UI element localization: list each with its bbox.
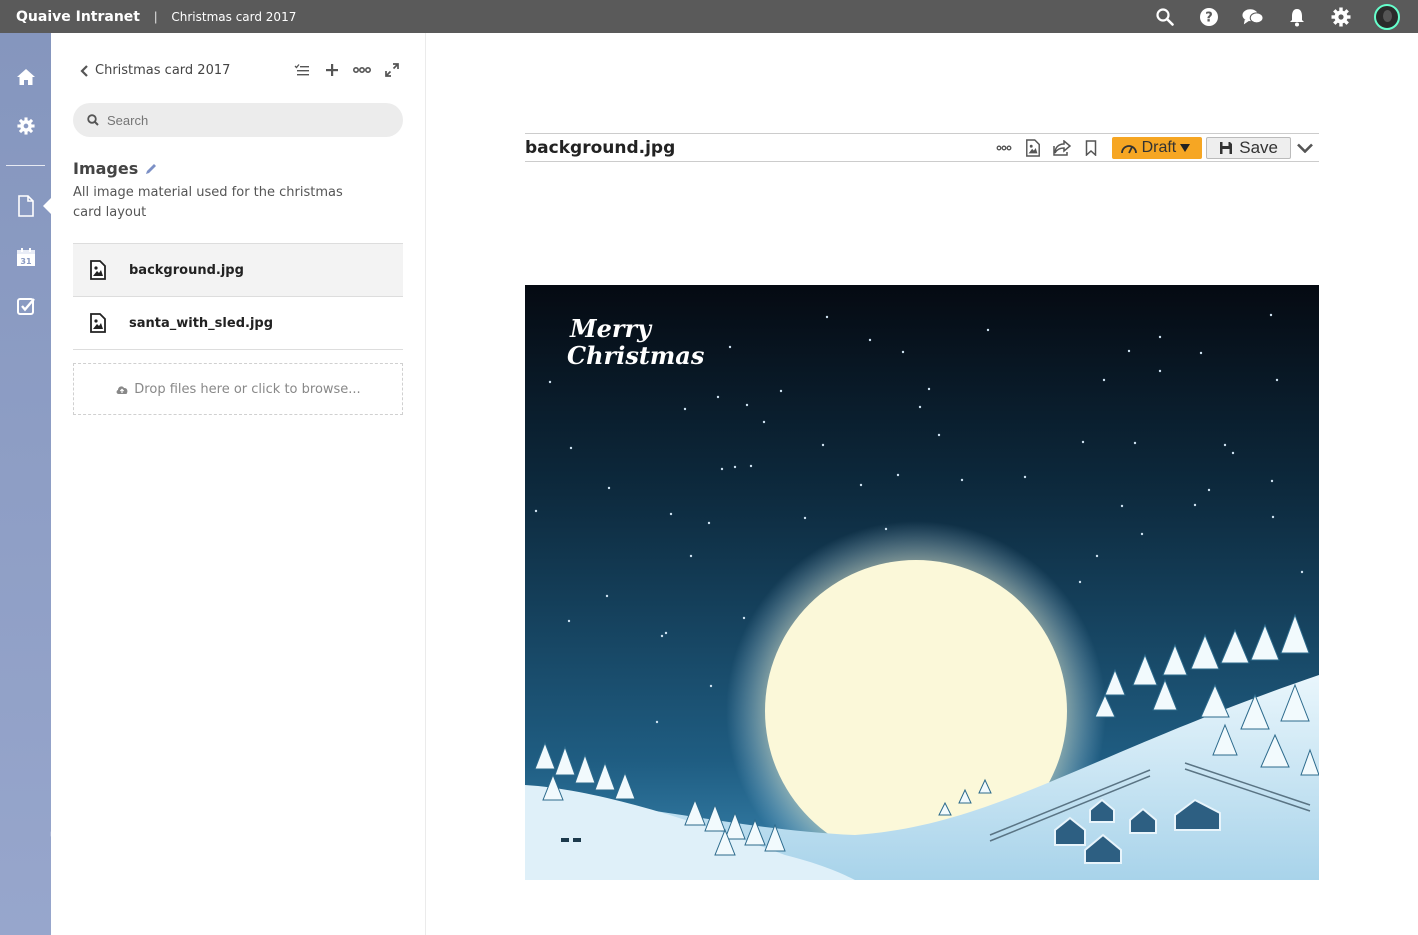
- document-title: background.jpg: [525, 137, 676, 158]
- back-link[interactable]: Christmas card 2017: [79, 63, 230, 78]
- document-icon[interactable]: [14, 194, 38, 218]
- user-avatar[interactable]: [1374, 3, 1400, 30]
- image-file-icon[interactable]: [1019, 134, 1048, 161]
- folder-sidebar: Christmas card 2017 Images All image mat…: [51, 33, 426, 935]
- app-name[interactable]: Quaive Intranet: [16, 9, 140, 25]
- expand-icon[interactable]: [383, 61, 401, 79]
- image-file-icon: [90, 260, 106, 280]
- search-icon[interactable]: [1154, 6, 1176, 28]
- file-name: santa_with_sled.jpg: [129, 315, 274, 331]
- top-bar: Quaive Intranet | Christmas card 2017 ?: [0, 0, 1418, 33]
- chevron-down-icon[interactable]: [1291, 134, 1319, 161]
- caret-down-icon: [1180, 143, 1191, 152]
- gear-icon[interactable]: [1330, 6, 1352, 28]
- status-dropdown[interactable]: Draft: [1111, 136, 1203, 159]
- chevron-left-icon: [80, 64, 88, 77]
- rail-divider: [6, 165, 45, 166]
- bell-icon[interactable]: [1286, 6, 1308, 28]
- top-tools: ?: [1154, 0, 1400, 33]
- more-options-icon[interactable]: [990, 134, 1019, 161]
- file-name: background.jpg: [129, 262, 244, 278]
- dropzone-label: Drop files here or click to browse...: [134, 381, 361, 397]
- share-icon[interactable]: [1048, 134, 1077, 161]
- status-label: Draft: [1141, 138, 1177, 156]
- document-tools: Draft Save: [990, 134, 1319, 161]
- search-box[interactable]: [73, 103, 403, 137]
- image-preview: Merry Christmas: [525, 285, 1319, 880]
- file-dropzone[interactable]: Drop files here or click to browse...: [73, 363, 403, 415]
- file-list: background.jpg santa_with_sled.jpg: [73, 243, 403, 350]
- save-label: Save: [1239, 137, 1278, 157]
- back-link-label: Christmas card 2017: [95, 63, 231, 78]
- document-toolbar: background.jpg Draft Save: [525, 133, 1319, 162]
- greeting-line-2: Christmas: [567, 341, 705, 370]
- select-list-icon[interactable]: [293, 61, 311, 79]
- more-options-icon[interactable]: [353, 61, 371, 79]
- bookmark-icon[interactable]: [1077, 134, 1106, 161]
- save-button[interactable]: Save: [1206, 136, 1291, 159]
- christmas-background-image: Merry Christmas: [525, 285, 1319, 880]
- pencil-icon[interactable]: [144, 162, 158, 176]
- help-icon[interactable]: ?: [1198, 6, 1220, 28]
- home-icon[interactable]: [14, 65, 38, 89]
- breadcrumb[interactable]: Christmas card 2017: [171, 10, 296, 24]
- list-item[interactable]: background.jpg: [73, 244, 403, 297]
- folder-title: Images: [73, 159, 158, 178]
- breadcrumb-separator: |: [153, 9, 158, 24]
- greeting-line-1: Merry: [569, 314, 653, 343]
- folder-title-text: Images: [73, 159, 139, 178]
- floppy-disk-icon: [1220, 141, 1233, 154]
- checkbox-icon[interactable]: [14, 294, 38, 318]
- sidebar-tools: [293, 61, 401, 79]
- svg-text:?: ?: [1205, 10, 1213, 25]
- gauge-icon: [1120, 144, 1137, 153]
- calendar-day: 31: [20, 257, 32, 266]
- folder-description: All image material used for the christma…: [73, 185, 343, 220]
- image-file-icon: [90, 313, 106, 333]
- list-item[interactable]: santa_with_sled.jpg: [73, 297, 403, 350]
- search-icon: [87, 114, 99, 126]
- chat-icon[interactable]: [1242, 6, 1264, 28]
- add-icon[interactable]: [323, 61, 341, 79]
- gear-icon[interactable]: [14, 114, 38, 138]
- search-input[interactable]: [107, 112, 387, 128]
- cloud-upload-icon: [116, 385, 128, 394]
- calendar-icon[interactable]: 31: [14, 245, 38, 269]
- left-rail: 31 card 2017: [0, 33, 101, 935]
